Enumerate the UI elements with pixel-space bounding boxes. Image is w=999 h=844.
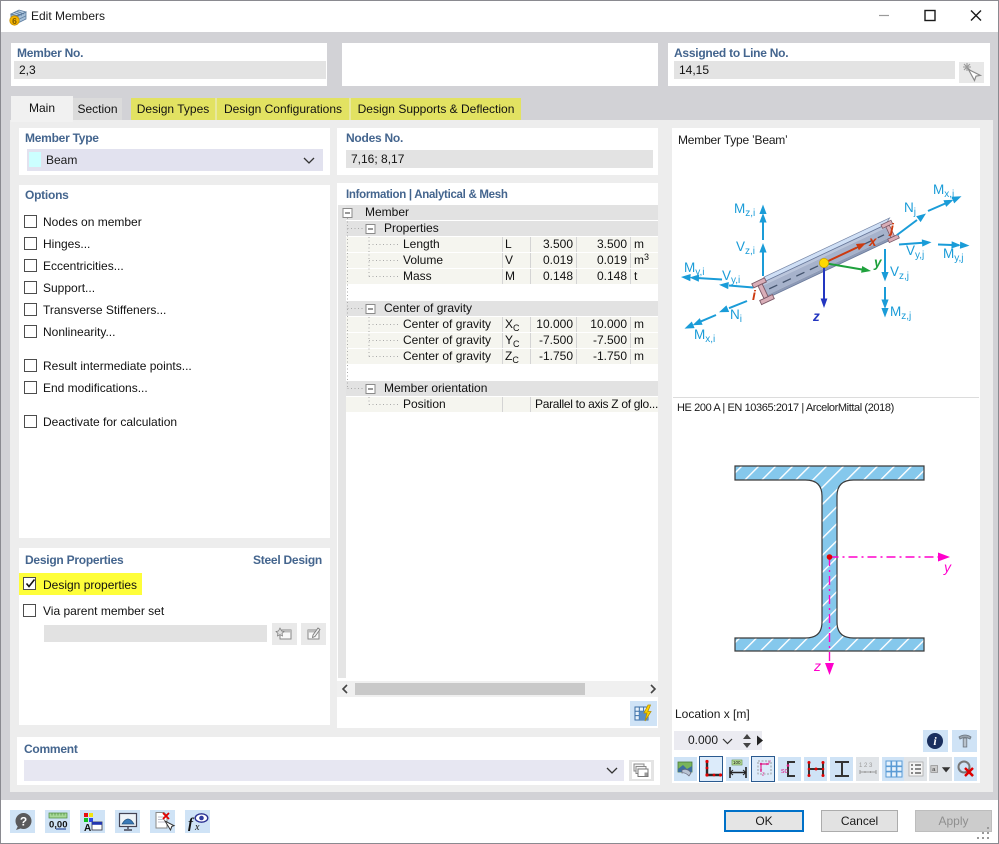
svg-text:Vz,j: Vz,j [890, 264, 909, 282]
svg-text:Mz,i: Mz,i [734, 201, 755, 219]
svg-text:Ni: Ni [730, 307, 742, 325]
svg-text:100: 100 [733, 760, 741, 765]
svg-text:j: j [888, 220, 895, 236]
svg-text:z: z [813, 658, 821, 674]
svg-text:x: x [194, 822, 200, 833]
svg-text:A: A [84, 823, 91, 834]
svg-text:?: ? [20, 815, 27, 829]
svg-text:i: i [752, 287, 757, 303]
svg-text:y: y [873, 255, 883, 270]
svg-text:y: y [767, 760, 771, 766]
svg-text:Mx,i: Mx,i [694, 327, 715, 345]
svg-text:6: 6 [12, 16, 17, 26]
svg-text:f: f [188, 816, 195, 832]
svg-text:Vz,i: Vz,i [736, 239, 755, 257]
svg-text:z: z [812, 309, 820, 324]
svg-text:Nj: Nj [904, 200, 916, 218]
svg-text:Vy,j: Vy,j [906, 243, 924, 261]
svg-text:My,j: My,j [943, 246, 964, 264]
svg-text:1 2 3: 1 2 3 [859, 763, 873, 769]
svg-text:sc: sc [781, 768, 789, 775]
svg-text:x: x [868, 234, 877, 249]
svg-text:z: z [761, 772, 765, 778]
svg-text:Mz,j: Mz,j [890, 304, 911, 322]
svg-text:Mx,j: Mx,j [933, 182, 954, 200]
svg-text:y: y [943, 559, 952, 575]
